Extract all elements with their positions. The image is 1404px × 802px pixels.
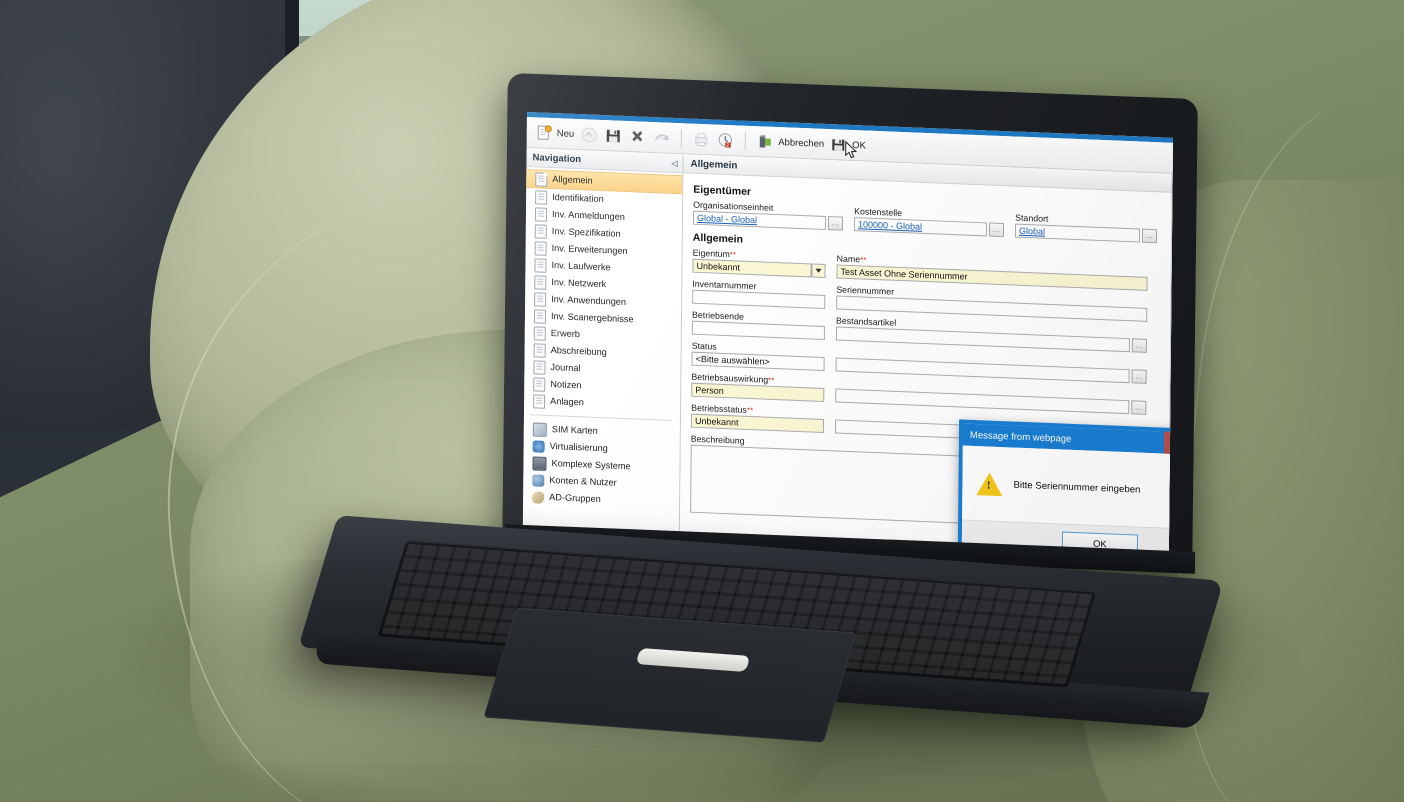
new-document-icon <box>537 124 552 140</box>
document-icon <box>534 206 548 222</box>
undo-icon[interactable] <box>653 129 670 147</box>
field-extra-2: ... <box>835 377 1147 415</box>
document-icon <box>534 257 547 273</box>
chevron-down-icon[interactable] <box>811 263 826 278</box>
document-icon <box>533 376 546 392</box>
standort-browse-button[interactable]: ... <box>1141 228 1158 244</box>
sidebar-item-label: Journal <box>550 362 581 374</box>
toolbar-cancel-button[interactable]: Abbrechen <box>757 133 824 153</box>
document-icon <box>533 359 546 375</box>
extra-browse-button-2[interactable]: ... <box>1131 400 1147 415</box>
printer-icon[interactable] <box>693 130 710 148</box>
laptop: Neu 2 Abbrechen OK Navigation ◁ Allgemei… <box>0 0 1404 802</box>
field-betriebsende: Betriebsende <box>691 310 825 340</box>
sidebar-item-label: Identifikation <box>552 192 604 205</box>
document-icon <box>535 189 548 205</box>
navigation-list: Allgemein Identifikation Inv. Anmeldunge… <box>523 167 683 511</box>
window-body: Navigation ◁ Allgemein Identifikation In… <box>522 148 1173 563</box>
photo-scene: Neu 2 Abbrechen OK Navigation ◁ Allgemei… <box>0 0 1404 802</box>
sidebar-item-label: Anlagen <box>550 396 584 408</box>
dialog-message: Bitte Seriennummer eingeben <box>1013 479 1141 496</box>
sidebar-item-label: Inv. Netzwerk <box>551 277 607 290</box>
sidebar-item-label: Erwerb <box>550 328 580 340</box>
field-betriebsauswirkung: Betriebsauswirkung** Person <box>691 372 825 402</box>
document-icon <box>533 393 546 409</box>
document-icon <box>533 342 546 358</box>
sidebar-item-label: Konten & Nutzer <box>549 475 617 488</box>
sidebar-item-label: Inv. Laufwerke <box>551 260 611 273</box>
ad-groups-icon <box>532 490 545 504</box>
clock-icon[interactable]: 2 <box>717 131 734 149</box>
chevron-left-icon[interactable]: ◁ <box>671 158 677 167</box>
document-icon <box>534 223 547 239</box>
application-window: Neu 2 Abbrechen OK Navigation ◁ Allgemei… <box>522 112 1173 563</box>
document-icon <box>534 291 547 307</box>
main-panel: Allgemein Eigentümer Organisationseinhei… <box>679 154 1173 563</box>
complex-systems-icon <box>532 455 547 471</box>
field-bestandsartikel: Bestandsartikel ... <box>835 315 1147 353</box>
field-extra-1: ... <box>835 346 1147 384</box>
sidebar-item-label: Inv. Erweiterungen <box>551 243 628 257</box>
sidebar-item-label: AD-Gruppen <box>549 492 601 505</box>
tab-allgemein[interactable]: Allgemein <box>690 158 737 171</box>
organisationseinheit-browse-button[interactable]: ... <box>827 216 844 231</box>
toolbar-new-label: Neu <box>556 127 575 140</box>
mouse-cursor-icon <box>845 140 858 159</box>
field-organisationseinheit: Organisationseinheit Global - Global ... <box>692 200 844 231</box>
laptop-screen: Neu 2 Abbrechen OK Navigation ◁ Allgemei… <box>522 112 1173 563</box>
navigation-divider <box>529 414 672 421</box>
virtualization-icon <box>532 439 545 453</box>
toolbar-cancel-label: Abbrechen <box>778 136 825 150</box>
sidebar-item-label: Komplexe Systeme <box>551 458 631 472</box>
field-betriebsstatus: Betriebsstatus** Unbekannt <box>690 403 825 433</box>
document-icon <box>533 325 546 341</box>
dialog-title: Message from webpage <box>969 429 1072 445</box>
sidebar-item-label: Inv. Spezifikation <box>551 226 621 239</box>
toolbar-new-button[interactable]: Neu <box>536 124 575 143</box>
bestandsartikel-browse-button[interactable]: ... <box>1131 338 1147 353</box>
field-standort: Standort Global ... <box>1014 213 1158 244</box>
laptop-trackpad[interactable] <box>483 607 857 743</box>
warning-triangle-icon <box>976 471 1003 496</box>
dialog-body: Bitte Seriennummer eingeben <box>962 445 1173 530</box>
history-icon[interactable] <box>581 126 598 144</box>
field-status: Status <Bitte auswählen> <box>691 341 825 371</box>
document-icon <box>533 308 547 324</box>
field-eigentum: Eigentum** Unbekannt <box>692 248 826 278</box>
field-kostenstelle: Kostenstelle 100000 - Global ... <box>853 206 1005 238</box>
sim-card-icon <box>532 421 547 437</box>
message-dialog: Message from webpage x Bitte Seriennumme… <box>957 419 1173 563</box>
toolbar-separator-2 <box>745 131 747 150</box>
extra-browse-button-1[interactable]: ... <box>1131 369 1147 384</box>
delete-icon[interactable] <box>629 128 646 146</box>
field-seriennummer: Seriennummer <box>836 284 1148 322</box>
users-icon <box>532 473 545 487</box>
save-icon[interactable] <box>605 127 622 145</box>
svg-text:2: 2 <box>727 142 730 148</box>
document-icon <box>534 240 547 256</box>
navigation-title: Navigation <box>532 151 582 165</box>
sidebar-item-label: Inv. Anwendungen <box>551 294 627 308</box>
sidebar-item-label: Inv. Anmeldungen <box>551 209 625 222</box>
sidebar-item-label: SIM Karten <box>551 424 598 436</box>
toolbar-separator-1 <box>681 129 683 148</box>
document-icon <box>534 274 547 290</box>
sidebar-item-label: Allgemein <box>552 174 593 186</box>
navigation-panel: Navigation ◁ Allgemein Identifikation In… <box>522 148 684 545</box>
document-icon <box>535 171 548 187</box>
field-inventarnummer: Inventarnummer <box>692 279 826 309</box>
cancel-plug-icon <box>760 134 772 148</box>
sidebar-item-label: Abschreibung <box>550 345 607 358</box>
sidebar-item-label: Virtualisierung <box>549 441 608 454</box>
field-label: Beschreibung <box>690 433 745 446</box>
sidebar-item-label: Notizen <box>550 379 582 391</box>
kostenstelle-browse-button[interactable]: ... <box>988 222 1005 238</box>
